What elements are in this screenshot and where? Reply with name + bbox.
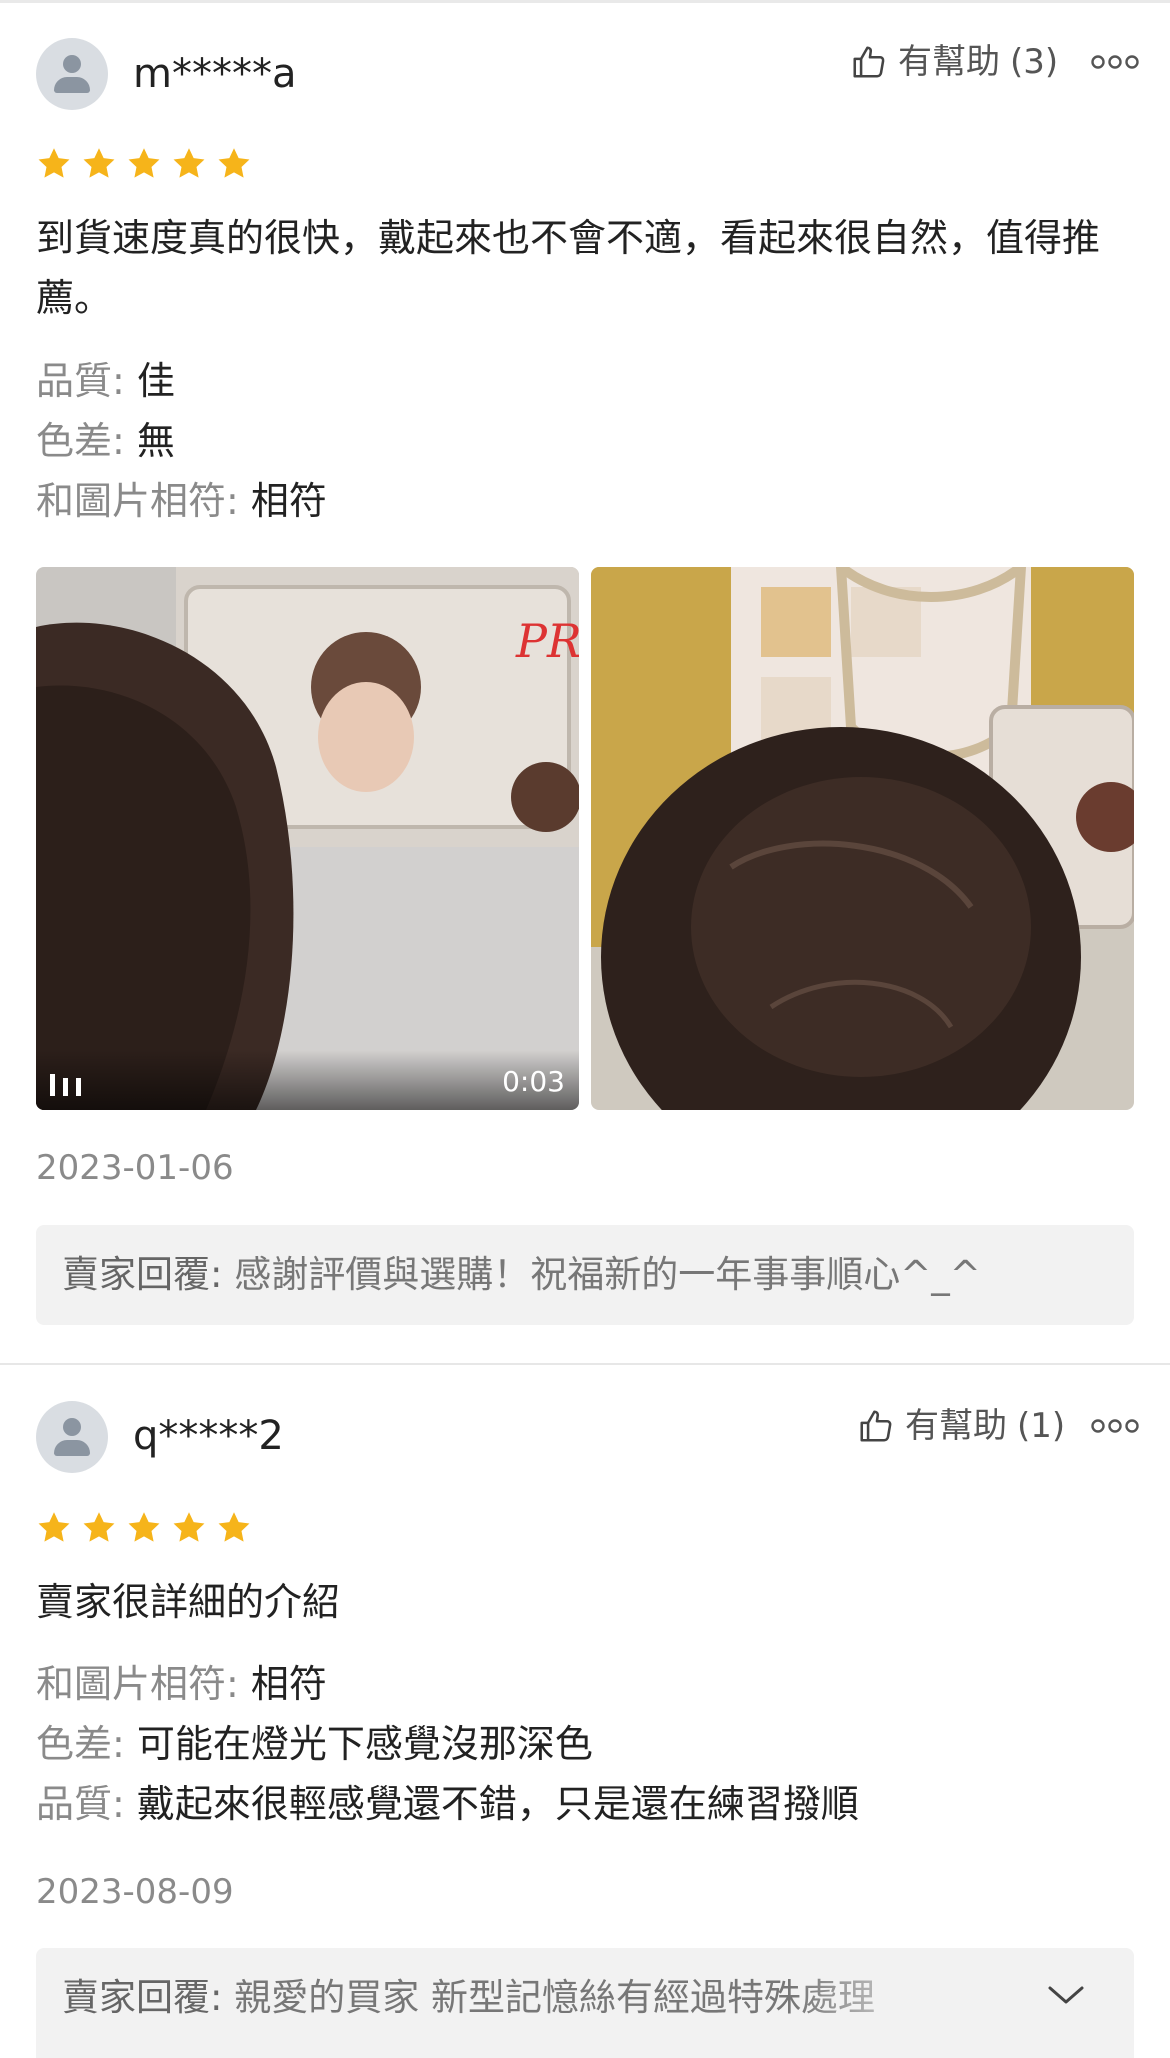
attribute-row: 色差: 可能在燈光下感覺沒那深色 (36, 1714, 859, 1774)
attribute-value: 相符 (250, 1662, 327, 1706)
video-overlay-bar (36, 1050, 579, 1110)
avatar-head (63, 1418, 81, 1436)
attribute-row: 品質: 佳 (36, 351, 327, 411)
review-date: 2023-08-09 (36, 1872, 234, 1912)
attribute-label: 品質: (36, 359, 125, 403)
username: q*****2 (133, 1413, 284, 1459)
seller-reply-text: 賣家回覆: 感謝評價與選購！祝福新的一年事事順心^_^ (62, 1249, 981, 1301)
star-rating (36, 1510, 252, 1546)
star-icon (38, 1512, 70, 1542)
review-date: 2023-01-06 (36, 1148, 234, 1188)
more-options-icon[interactable] (1090, 1416, 1140, 1436)
text-fade-overlay (794, 1948, 994, 2048)
thumbs-up-icon (853, 46, 885, 78)
attribute-label: 和圖片相符: (36, 1662, 239, 1706)
review-attributes: 品質: 佳 色差: 無 和圖片相符: 相符 (36, 351, 327, 531)
star-icon (218, 148, 250, 178)
star-rating (36, 146, 252, 182)
avatar-head (63, 55, 81, 73)
star-icon (83, 1512, 115, 1542)
package-logo-text: PRI (515, 614, 579, 668)
attribute-value: 佳 (136, 359, 175, 403)
attribute-label: 和圖片相符: (36, 479, 239, 523)
attribute-row: 品質: 戴起來很輕感覺還不錯，只是還在練習撥順 (36, 1774, 859, 1834)
attribute-label: 品質: (36, 1782, 125, 1826)
attribute-value: 無 (136, 419, 175, 463)
video-bars-icon (50, 1074, 81, 1096)
attribute-label: 色差: (36, 419, 125, 463)
helpful-button[interactable]: 有幫助 (3) (850, 40, 1058, 84)
attribute-value: 可能在燈光下感覺沒那深色 (136, 1722, 593, 1766)
seller-reply-text: 賣家回覆: 親愛的買家 新型記憶絲有經過特殊處理 (62, 1972, 875, 2024)
star-icon (128, 148, 160, 178)
username: m*****a (133, 51, 297, 97)
avatar[interactable] (36, 38, 108, 110)
helpful-count: (1) (1017, 1406, 1066, 1446)
attribute-row: 色差: 無 (36, 411, 327, 471)
seller-reply-label: 賣家回覆: (62, 1976, 223, 2019)
attribute-value: 戴起來很輕感覺還不錯，只是還在練習撥順 (136, 1782, 859, 1826)
star-icon (83, 148, 115, 178)
video-duration: 0:03 (502, 1065, 565, 1098)
helpful-label: 有幫助 (905, 1406, 1007, 1446)
review-divider (0, 1363, 1170, 1365)
attribute-row: 和圖片相符: 相符 (36, 1654, 859, 1714)
helpful-button[interactable]: 有幫助 (1) (857, 1404, 1065, 1448)
seller-reply-content: 感謝評價與選購！祝福新的一年事事順心^_^ (234, 1253, 981, 1296)
star-icon (128, 1512, 160, 1542)
chevron-down-icon[interactable] (1046, 1980, 1086, 2010)
review-attributes: 和圖片相符: 相符 色差: 可能在燈光下感覺沒那深色 品質: 戴起來很輕感覺還不… (36, 1654, 859, 1834)
star-icon (173, 148, 205, 178)
seller-reply-content: 親愛的買家 新型記憶絲有經過特殊處理 (234, 1976, 875, 2019)
review-text: 到貨速度真的很快，戴起來也不會不適，看起來很自然，值得推薦。 (36, 216, 1101, 320)
review-text: 賣家很詳細的介紹 (36, 1580, 341, 1624)
helpful-label: 有幫助 (898, 42, 1000, 82)
avatar[interactable] (36, 1401, 108, 1473)
helpful-count: (3) (1010, 42, 1059, 82)
star-icon (38, 148, 70, 178)
attribute-value: 相符 (250, 479, 327, 523)
star-icon (173, 1512, 205, 1542)
thumbs-up-icon (860, 1410, 892, 1442)
top-divider (0, 0, 1170, 3)
video-frame-image: PRI (36, 567, 579, 1110)
review-photo-thumbnail[interactable] (591, 567, 1134, 1110)
more-options-icon[interactable] (1090, 52, 1140, 72)
attribute-row: 和圖片相符: 相符 (36, 471, 327, 531)
seller-reply-label: 賣家回覆: (62, 1253, 223, 1296)
avatar-body (54, 77, 90, 93)
seller-reply: 賣家回覆: 感謝評價與選購！祝福新的一年事事順心^_^ (36, 1225, 1134, 1325)
attribute-label: 色差: (36, 1722, 125, 1766)
review-video-thumbnail[interactable]: PRI 0:03 (36, 567, 579, 1110)
photo-image (591, 567, 1134, 1110)
avatar-body (54, 1440, 90, 1456)
star-icon (218, 1512, 250, 1542)
